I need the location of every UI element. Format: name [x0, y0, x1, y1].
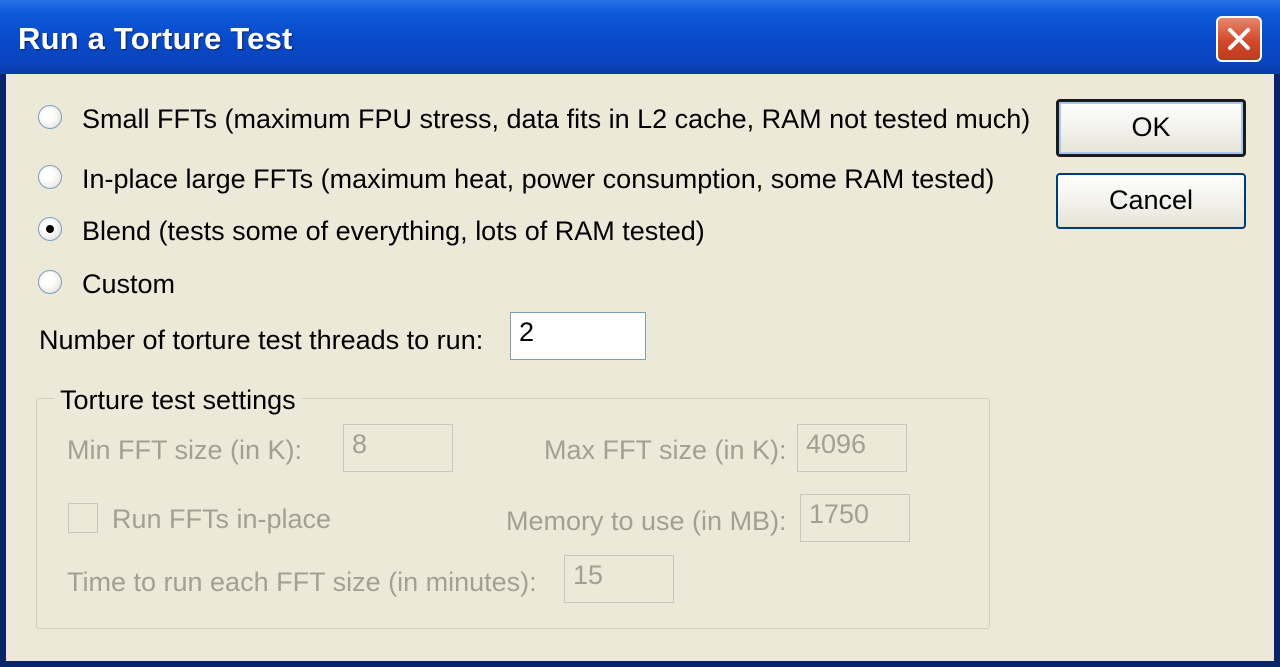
title-bar[interactable]: Run a Torture Test: [0, 0, 1280, 74]
option-label-small-ffts[interactable]: Small FFTs (maximum FPU stress, data fit…: [82, 104, 1030, 135]
max-fft-input[interactable]: 4096: [797, 424, 907, 472]
dialog-window: Run a Torture Test Small FFTs (maximum F…: [0, 0, 1280, 667]
settings-group-title: Torture test settings: [54, 385, 302, 416]
close-icon: [1228, 28, 1250, 50]
time-label: Time to run each FFT size (in minutes):: [67, 567, 537, 597]
min-fft-label: Min FFT size (in K):: [67, 435, 303, 465]
cancel-button[interactable]: Cancel: [1056, 173, 1246, 229]
option-label-inplace-large-ffts[interactable]: In-place large FFTs (maximum heat, power…: [82, 164, 994, 195]
run-in-place-checkbox[interactable]: [68, 503, 98, 533]
time-input[interactable]: 15: [564, 555, 674, 603]
ok-button[interactable]: OK: [1056, 99, 1246, 157]
max-fft-label: Max FFT size (in K):: [544, 435, 787, 465]
min-fft-input[interactable]: 8: [343, 424, 453, 472]
radio-selected-dot: [46, 225, 54, 233]
radio-blend[interactable]: [38, 217, 62, 241]
radio-small-ffts[interactable]: [38, 105, 62, 129]
memory-input[interactable]: 1750: [800, 494, 910, 542]
window-title: Run a Torture Test: [18, 21, 293, 56]
threads-input[interactable]: 2: [510, 312, 646, 360]
run-in-place-label[interactable]: Run FFTs in-place: [112, 504, 331, 535]
option-label-custom[interactable]: Custom: [82, 269, 175, 300]
close-button[interactable]: [1216, 16, 1262, 62]
option-label-blend[interactable]: Blend (tests some of everything, lots of…: [82, 216, 705, 247]
radio-custom[interactable]: [38, 270, 62, 294]
memory-label: Memory to use (in MB):: [506, 506, 787, 536]
threads-label: Number of torture test threads to run:: [39, 325, 484, 355]
radio-inplace-large-ffts[interactable]: [38, 165, 62, 189]
dialog-body: Small FFTs (maximum FPU stress, data fit…: [6, 74, 1274, 661]
